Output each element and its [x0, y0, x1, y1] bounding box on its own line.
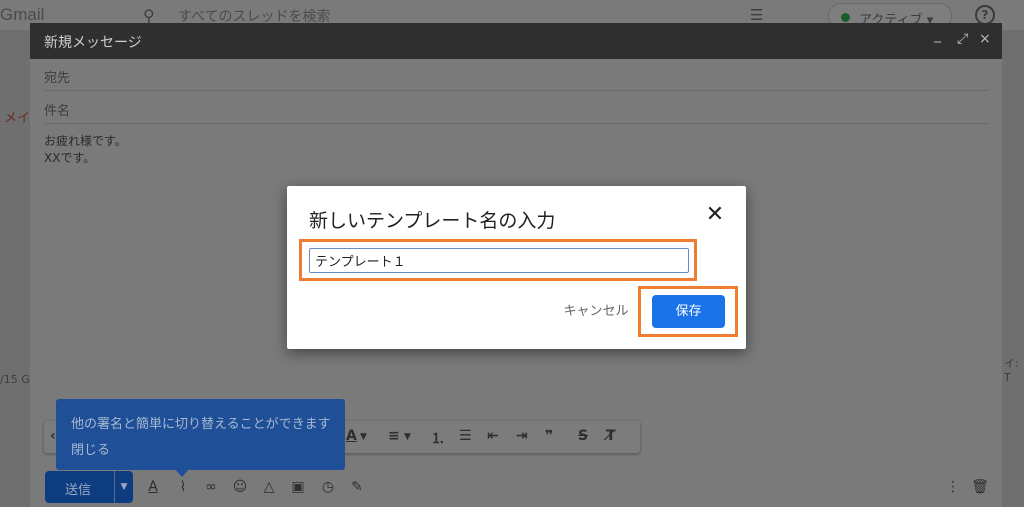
- to-field[interactable]: 宛先: [44, 59, 989, 91]
- send-label: 送信: [65, 483, 92, 498]
- send-button[interactable]: 送信 ▼: [45, 471, 133, 503]
- subject-label: 件名: [44, 104, 71, 119]
- template-name-input[interactable]: [309, 248, 689, 273]
- quote-icon[interactable]: ❞: [545, 428, 553, 444]
- strikethrough-icon[interactable]: S: [578, 428, 588, 444]
- compose-header: 新規メッセージ _ ⤢ ×: [30, 23, 1002, 59]
- right-panel: [1002, 30, 1024, 507]
- to-label: 宛先: [44, 71, 71, 86]
- insert-link-icon[interactable]: ∞: [201, 477, 221, 497]
- indent-less-icon[interactable]: ⇤: [487, 428, 499, 444]
- template-name-dialog: 新しいテンプレート名の入力 ✕ キャンセル 保存: [287, 186, 746, 349]
- drive-icon[interactable]: △: [259, 477, 279, 497]
- indent-more-icon[interactable]: ⇥: [516, 428, 528, 444]
- sidebar-item-inbox[interactable]: メイ: [4, 107, 30, 126]
- more-options-icon[interactable]: ⋮: [943, 477, 963, 497]
- discard-draft-icon[interactable]: 🗑: [970, 477, 990, 497]
- close-icon[interactable]: ×: [979, 31, 991, 47]
- insert-photo-icon[interactable]: ▣: [288, 477, 308, 497]
- tooltip-close-link[interactable]: 閉じる: [71, 439, 110, 458]
- active-status-dot: [841, 13, 850, 22]
- chevron-down-icon[interactable]: ▼: [360, 432, 367, 442]
- send-options-icon[interactable]: ▼: [114, 471, 133, 503]
- body-line: お疲れ様です。: [44, 134, 127, 148]
- right-partial-label: イ: T: [1004, 357, 1019, 384]
- body-line: XXです。: [44, 151, 96, 165]
- close-icon[interactable]: ✕: [704, 204, 726, 226]
- signature-tooltip: 他の署名と簡単に切り替えることができます 閉じる: [56, 399, 345, 477]
- emoji-icon[interactable]: ☺: [230, 477, 250, 497]
- help-icon[interactable]: ?: [975, 5, 995, 25]
- search-options-icon[interactable]: ☰: [750, 6, 763, 24]
- attach-file-icon[interactable]: ⌇: [173, 477, 193, 497]
- signature-icon[interactable]: ✎: [347, 477, 367, 497]
- cancel-button[interactable]: キャンセル: [560, 300, 632, 322]
- tooltip-message: 他の署名と簡単に切り替えることができます: [71, 417, 331, 432]
- save-button[interactable]: 保存: [652, 295, 725, 328]
- sidebar: [0, 30, 30, 507]
- minimize-icon[interactable]: _: [934, 27, 941, 43]
- search-icon: ⚲: [143, 6, 155, 25]
- align-icon[interactable]: ≡: [388, 428, 400, 444]
- undo-icon[interactable]: ‹: [50, 428, 56, 444]
- formatting-options-icon[interactable]: A: [143, 477, 163, 497]
- numbered-list-icon[interactable]: ⒈: [431, 428, 445, 448]
- gmail-logo: Gmail: [0, 5, 45, 24]
- text-color-icon[interactable]: A: [346, 428, 357, 444]
- compose-title: 新規メッセージ: [44, 35, 142, 51]
- message-body[interactable]: お疲れ様です。 XXです。: [44, 133, 127, 167]
- confidential-mode-icon[interactable]: ◷: [318, 477, 338, 497]
- tooltip-arrow: [175, 469, 189, 477]
- subject-field[interactable]: 件名: [44, 92, 989, 124]
- expand-icon[interactable]: ⤢: [957, 31, 968, 47]
- dialog-title: 新しいテンプレート名の入力: [309, 210, 556, 232]
- remove-formatting-icon[interactable]: T̸: [606, 428, 616, 444]
- chevron-down-icon[interactable]: ▼: [404, 432, 411, 442]
- bulleted-list-icon[interactable]: ☰: [459, 428, 472, 444]
